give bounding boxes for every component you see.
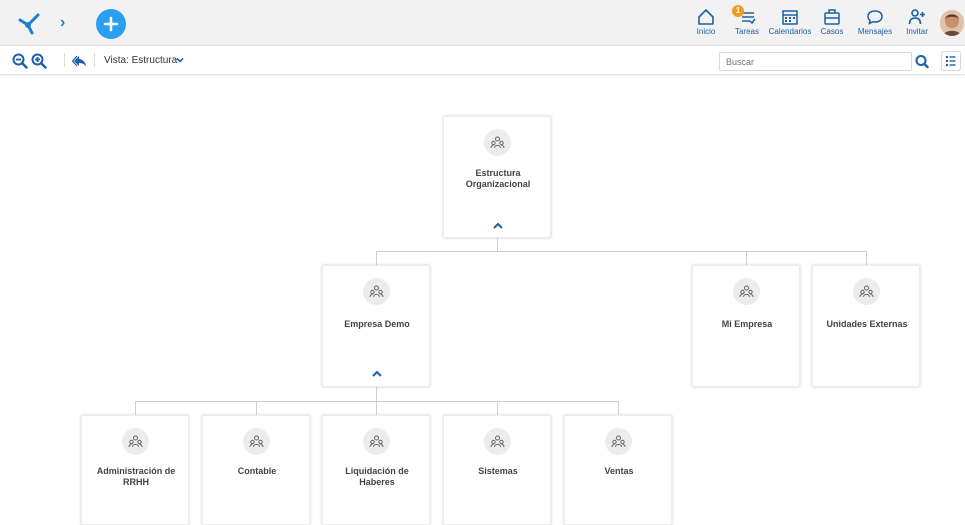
group-icon: [249, 435, 264, 448]
connector-line: [618, 401, 619, 415]
zoom-out-icon[interactable]: [12, 53, 28, 69]
org-node[interactable]: Contable: [202, 415, 310, 525]
toolbar-divider: [64, 53, 65, 67]
org-unit-icon-circle: [122, 428, 149, 455]
nav-invitar[interactable]: Invitar: [904, 8, 930, 42]
app-logo-icon[interactable]: [14, 11, 42, 35]
nav-casos[interactable]: Casos: [820, 8, 844, 42]
nav-calendarios[interactable]: Calendarios: [768, 8, 812, 42]
expand-chevron-icon[interactable]: ›: [60, 14, 74, 32]
briefcase-icon: [824, 9, 840, 25]
reply-all-icon[interactable]: [72, 53, 88, 69]
list-icon: [945, 55, 956, 67]
connector-line: [135, 401, 136, 415]
toolbar-divider: [94, 53, 95, 67]
org-unit-icon-circle: [363, 278, 390, 305]
tareas-badge: 1: [732, 5, 744, 17]
nav-label: Mensajes: [857, 27, 893, 36]
org-unit-icon-circle: [605, 428, 632, 455]
org-node[interactable]: Ventas: [564, 415, 672, 525]
plus-icon: [103, 16, 119, 32]
connector-line: [376, 251, 867, 252]
collapse-chevron-icon[interactable]: [491, 221, 505, 231]
org-unit-icon-circle: [733, 278, 760, 305]
user-avatar[interactable]: [940, 10, 964, 36]
list-view-button[interactable]: [941, 51, 961, 71]
chat-icon: [867, 10, 883, 25]
nav-label: Casos: [820, 27, 844, 36]
group-icon: [128, 435, 143, 448]
org-node-name: Estructura Organizacional: [465, 168, 531, 189]
org-unit-icon-circle: [484, 428, 511, 455]
collapse-chevron-icon[interactable]: [370, 369, 384, 379]
group-icon: [739, 285, 754, 298]
group-icon: [490, 136, 505, 149]
connector-line: [497, 401, 498, 415]
org-node-name: Mi Empresa: [721, 319, 773, 329]
connector-line: [746, 251, 747, 265]
org-unit-icon-circle: [363, 428, 390, 455]
home-icon: [698, 9, 714, 25]
search-input[interactable]: [719, 52, 912, 71]
group-icon: [369, 285, 384, 298]
group-icon: [859, 285, 874, 298]
group-icon: [369, 435, 384, 448]
org-node[interactable]: Sistemas: [443, 415, 551, 525]
org-node-name: Empresa Demo: [344, 319, 410, 329]
group-icon: [611, 435, 626, 448]
org-unit-icon-circle: [484, 129, 511, 156]
org-node[interactable]: Mi Empresa: [692, 265, 800, 387]
org-node-name: Ventas: [604, 466, 634, 476]
avatar-icon: [940, 10, 964, 36]
org-node[interactable]: Administración de RRHH: [81, 415, 189, 525]
zoom-in-icon[interactable]: [31, 53, 47, 69]
group-icon: [490, 435, 505, 448]
connector-line: [256, 401, 257, 415]
org-node-name: Sistemas: [478, 466, 518, 476]
org-node[interactable]: Liquidación de Haberes: [322, 415, 430, 525]
org-node-name: Administración de RRHH: [96, 466, 176, 487]
nav-tareas[interactable]: 1 Tareas: [732, 5, 760, 42]
org-node[interactable]: Unidades Externas: [812, 265, 920, 387]
nav-label: Inicio: [696, 27, 716, 36]
org-node-name: Unidades Externas: [826, 319, 908, 329]
top-bar: › Inicio 1 Tareas Calendarios Casos Mens…: [0, 0, 965, 46]
nav-inicio[interactable]: Inicio: [694, 8, 718, 42]
search-icon[interactable]: [913, 52, 931, 71]
connector-line: [376, 386, 377, 401]
invite-user-icon: [908, 9, 925, 25]
nav-label: Calendarios: [768, 27, 812, 36]
connector-line: [866, 251, 867, 265]
org-unit-icon-circle: [853, 278, 880, 305]
connector-line: [497, 237, 498, 251]
connector-line: [376, 401, 377, 415]
calendar-icon: [782, 10, 798, 25]
org-unit-icon-circle: [243, 428, 270, 455]
add-button[interactable]: [96, 9, 126, 39]
nav-label: Tareas: [734, 27, 759, 36]
chevron-down-icon[interactable]: [176, 56, 184, 64]
connector-line: [135, 401, 619, 402]
connector-line: [376, 251, 377, 265]
nav-label: Invitar: [906, 27, 928, 36]
org-node-root[interactable]: Estructura Organizacional: [443, 116, 551, 238]
toolbar: Vista: Estructura: [0, 47, 965, 75]
org-node-name: Liquidación de Haberes: [345, 466, 409, 487]
org-node[interactable]: Empresa Demo: [322, 265, 430, 387]
org-node-name: Contable: [237, 466, 277, 476]
view-selector-label[interactable]: Vista: Estructura: [104, 54, 177, 68]
nav-mensajes[interactable]: Mensajes: [856, 8, 894, 42]
